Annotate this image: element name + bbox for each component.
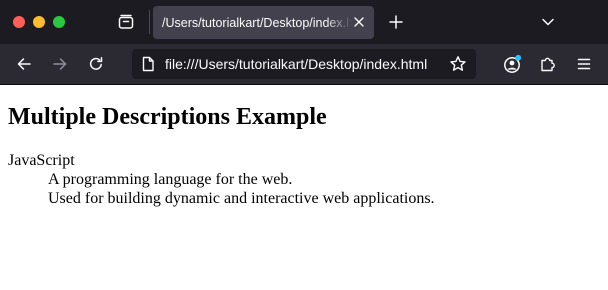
firefox-view-button[interactable] xyxy=(114,10,138,34)
page-content: Multiple Descriptions Example JavaScript… xyxy=(0,85,608,290)
star-icon[interactable] xyxy=(449,55,467,73)
list-all-tabs-button[interactable] xyxy=(536,10,560,34)
definition-term: JavaScript xyxy=(8,152,75,169)
page-icon xyxy=(142,56,154,72)
description-list: JavaScript A programming language for th… xyxy=(8,151,435,208)
reload-icon xyxy=(89,57,103,70)
menu-button[interactable] xyxy=(572,52,596,76)
tab-close-button[interactable] xyxy=(352,15,366,29)
address-bar[interactable]: file:///Users/tutorialkart/Desktop/index… xyxy=(132,49,476,79)
reload-button[interactable] xyxy=(84,52,108,76)
close-icon xyxy=(354,17,364,27)
window-close-button[interactable] xyxy=(13,16,25,28)
chevron-down-icon xyxy=(542,18,554,26)
new-tab-button[interactable] xyxy=(384,10,408,34)
window-zoom-button[interactable] xyxy=(53,16,65,28)
tab-strip: /Users/tutorialkart/Desktop/index.html xyxy=(0,0,608,44)
forward-button[interactable] xyxy=(48,52,72,76)
definition-description: A programming language for the web. xyxy=(48,171,293,188)
page-heading: Multiple Descriptions Example xyxy=(8,104,327,130)
plus-icon xyxy=(389,15,403,29)
window-minimize-button[interactable] xyxy=(33,16,45,28)
active-tab[interactable]: /Users/tutorialkart/Desktop/index.html xyxy=(153,6,374,39)
definition-description: Used for building dynamic and interactiv… xyxy=(48,190,435,207)
extensions-button[interactable] xyxy=(536,52,560,76)
back-arrow-icon xyxy=(17,58,31,70)
tab-divider xyxy=(149,10,150,34)
url-text[interactable]: file:///Users/tutorialkart/Desktop/index… xyxy=(165,56,427,72)
hamburger-menu-icon xyxy=(577,58,591,70)
browser-window: /Users/tutorialkart/Desktop/index.html f… xyxy=(0,0,608,290)
firefox-view-icon xyxy=(118,14,134,29)
account-icon xyxy=(504,54,522,73)
navigation-toolbar: file:///Users/tutorialkart/Desktop/index… xyxy=(0,44,608,85)
tab-title: /Users/tutorialkart/Desktop/index.html xyxy=(162,15,352,30)
back-button[interactable] xyxy=(12,52,36,76)
account-button[interactable] xyxy=(500,52,524,76)
forward-arrow-icon xyxy=(53,58,67,70)
puzzle-icon xyxy=(541,57,555,72)
notification-dot xyxy=(515,54,522,61)
